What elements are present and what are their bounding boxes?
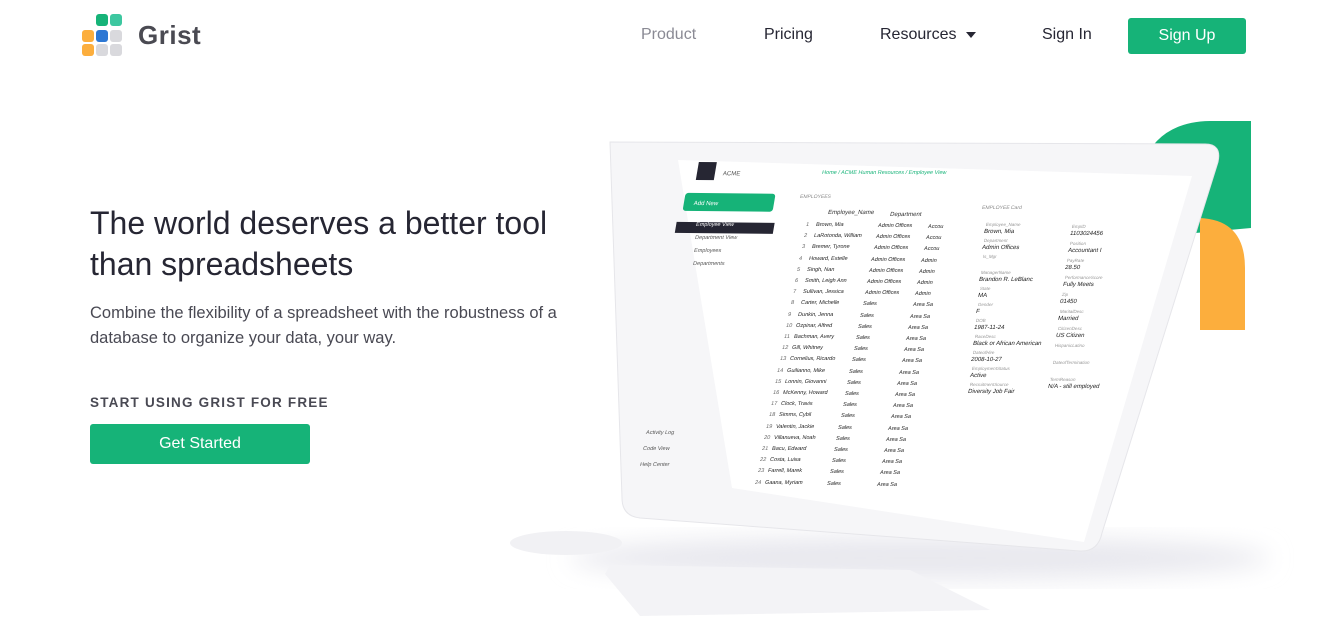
svg-text:Add New: Add New: [693, 201, 719, 207]
grist-logo[interactable]: Grist: [80, 14, 201, 56]
product-screenshot-illustration: ACME Add New Home / ACME Human Resources…: [510, 118, 1342, 619]
grist-logo-icon: [80, 14, 126, 56]
nav-link-resources-label: Resources: [880, 26, 957, 43]
decor-orange-shape: [1200, 218, 1245, 330]
device-illustration: ACME Add New: [510, 121, 1270, 616]
nav-link-pricing[interactable]: Pricing: [764, 26, 813, 44]
nav-link-resources[interactable]: Resources: [880, 26, 977, 44]
mouse-illustration: [510, 531, 622, 555]
nav-link-product[interactable]: Product: [641, 26, 696, 44]
nav-link-sign-in[interactable]: Sign In: [1042, 26, 1092, 44]
cta-label: START USING GRIST FOR FREE: [90, 395, 329, 410]
svg-text:ACME: ACME: [722, 171, 740, 177]
logo-text: Grist: [138, 19, 202, 50]
get-started-button[interactable]: Get Started: [90, 424, 310, 464]
top-nav: Grist Product Pricing Resources Sign In …: [0, 0, 1342, 72]
sign-up-button[interactable]: Sign Up: [1128, 18, 1246, 54]
chevron-down-icon: [966, 31, 977, 38]
